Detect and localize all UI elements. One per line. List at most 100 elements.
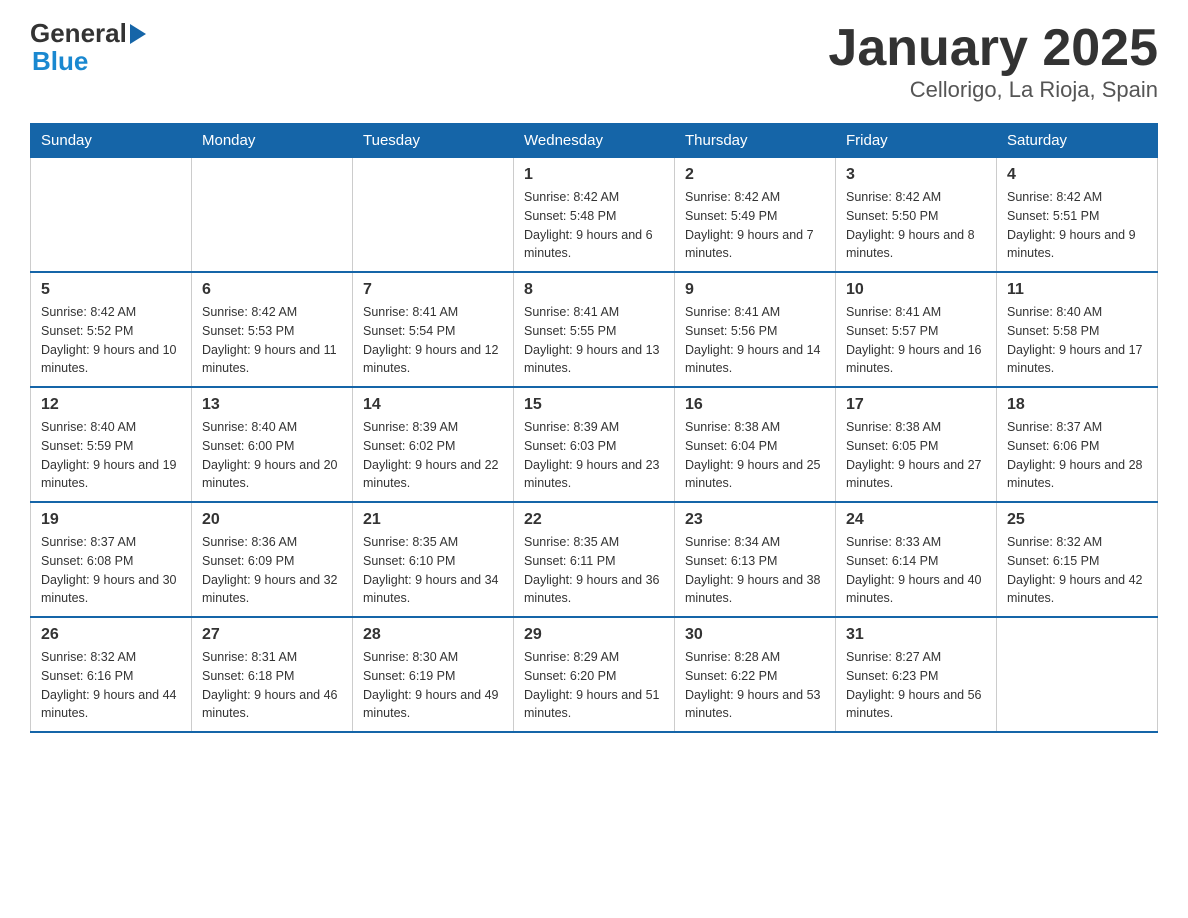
- day-info: Sunrise: 8:42 AMSunset: 5:53 PMDaylight:…: [202, 303, 342, 378]
- day-info: Sunrise: 8:37 AMSunset: 6:06 PMDaylight:…: [1007, 418, 1147, 493]
- table-row: 9 Sunrise: 8:41 AMSunset: 5:56 PMDaylight…: [675, 272, 836, 387]
- day-number: 11: [1007, 281, 1147, 299]
- calendar-week-row: 1 Sunrise: 8:42 AMSunset: 5:48 PMDaylight…: [31, 158, 1158, 273]
- day-number: 16: [685, 396, 825, 414]
- table-row: 13 Sunrise: 8:40 AMSunset: 6:00 PMDayligh…: [192, 387, 353, 502]
- day-info: Sunrise: 8:35 AMSunset: 6:10 PMDaylight:…: [363, 533, 503, 608]
- table-row: 14Sunrise: 8:39 AMSunset: 6:02 PMDayligh…: [353, 387, 514, 502]
- table-row: 4 Sunrise: 8:42 AMSunset: 5:51 PMDaylight…: [997, 158, 1158, 273]
- day-number: 24: [846, 511, 986, 529]
- day-info: Sunrise: 8:41 AMSunset: 5:56 PMDaylight:…: [685, 303, 825, 378]
- day-info: Sunrise: 8:41 AMSunset: 5:55 PMDaylight:…: [524, 303, 664, 378]
- col-sunday: Sunday: [31, 124, 192, 158]
- day-info: Sunrise: 8:42 AMSunset: 5:48 PMDaylight:…: [524, 188, 664, 263]
- table-row: 7 Sunrise: 8:41 AMSunset: 5:54 PMDaylight…: [353, 272, 514, 387]
- day-number: 1: [524, 166, 664, 184]
- table-row: 6 Sunrise: 8:42 AMSunset: 5:53 PMDaylight…: [192, 272, 353, 387]
- day-number: 5: [41, 281, 181, 299]
- day-info: Sunrise: 8:28 AMSunset: 6:22 PMDaylight:…: [685, 648, 825, 723]
- calendar-subtitle: Cellorigo, La Rioja, Spain: [828, 77, 1158, 103]
- table-row: [353, 158, 514, 273]
- day-info: Sunrise: 8:30 AMSunset: 6:19 PMDaylight:…: [363, 648, 503, 723]
- day-number: 22: [524, 511, 664, 529]
- table-row: 28 Sunrise: 8:30 AMSunset: 6:19 PMDayligh…: [353, 617, 514, 732]
- day-number: 4: [1007, 166, 1147, 184]
- day-info: Sunrise: 8:29 AMSunset: 6:20 PMDaylight:…: [524, 648, 664, 723]
- day-number: 2: [685, 166, 825, 184]
- day-info: Sunrise: 8:42 AMSunset: 5:52 PMDaylight:…: [41, 303, 181, 378]
- table-row: [31, 158, 192, 273]
- table-row: 2 Sunrise: 8:42 AMSunset: 5:49 PMDaylight…: [675, 158, 836, 273]
- day-info: Sunrise: 8:42 AMSunset: 5:50 PMDaylight:…: [846, 188, 986, 263]
- day-info: Sunrise: 8:41 AMSunset: 5:57 PMDaylight:…: [846, 303, 986, 378]
- table-row: 18 Sunrise: 8:37 AMSunset: 6:06 PMDayligh…: [997, 387, 1158, 502]
- table-row: 20Sunrise: 8:36 AMSunset: 6:09 PMDayligh…: [192, 502, 353, 617]
- day-info: Sunrise: 8:42 AMSunset: 5:49 PMDaylight:…: [685, 188, 825, 263]
- page-header: General Blue January 2025 Cellorigo, La …: [30, 20, 1158, 103]
- day-number: 9: [685, 281, 825, 299]
- logo: General Blue: [30, 20, 146, 74]
- day-info: Sunrise: 8:31 AMSunset: 6:18 PMDaylight:…: [202, 648, 342, 723]
- calendar-week-row: 12 Sunrise: 8:40 AMSunset: 5:59 PMDayligh…: [31, 387, 1158, 502]
- day-info: Sunrise: 8:39 AMSunset: 6:03 PMDaylight:…: [524, 418, 664, 493]
- day-number: 17: [846, 396, 986, 414]
- day-number: 7: [363, 281, 503, 299]
- logo-text-blue: Blue: [32, 48, 88, 74]
- col-friday: Friday: [836, 124, 997, 158]
- table-row: 12 Sunrise: 8:40 AMSunset: 5:59 PMDayligh…: [31, 387, 192, 502]
- calendar-week-row: 19Sunrise: 8:37 AMSunset: 6:08 PMDayligh…: [31, 502, 1158, 617]
- day-info: Sunrise: 8:40 AMSunset: 6:00 PMDaylight:…: [202, 418, 342, 493]
- table-row: 19Sunrise: 8:37 AMSunset: 6:08 PMDayligh…: [31, 502, 192, 617]
- table-row: 23 Sunrise: 8:34 AMSunset: 6:13 PMDayligh…: [675, 502, 836, 617]
- day-number: 31: [846, 626, 986, 644]
- logo-text-general: General: [30, 20, 127, 46]
- day-number: 10: [846, 281, 986, 299]
- table-row: [997, 617, 1158, 732]
- day-info: Sunrise: 8:33 AMSunset: 6:14 PMDaylight:…: [846, 533, 986, 608]
- calendar-table: Sunday Monday Tuesday Wednesday Thursday…: [30, 123, 1158, 733]
- day-number: 28: [363, 626, 503, 644]
- day-info: Sunrise: 8:35 AMSunset: 6:11 PMDaylight:…: [524, 533, 664, 608]
- table-row: 11 Sunrise: 8:40 AMSunset: 5:58 PMDayligh…: [997, 272, 1158, 387]
- day-number: 12: [41, 396, 181, 414]
- calendar-title-block: January 2025 Cellorigo, La Rioja, Spain: [828, 20, 1158, 103]
- day-number: 8: [524, 281, 664, 299]
- logo-arrow-icon: [130, 24, 146, 44]
- day-info: Sunrise: 8:40 AMSunset: 5:59 PMDaylight:…: [41, 418, 181, 493]
- col-wednesday: Wednesday: [514, 124, 675, 158]
- calendar-week-row: 5 Sunrise: 8:42 AMSunset: 5:52 PMDaylight…: [31, 272, 1158, 387]
- day-info: Sunrise: 8:42 AMSunset: 5:51 PMDaylight:…: [1007, 188, 1147, 263]
- day-info: Sunrise: 8:36 AMSunset: 6:09 PMDaylight:…: [202, 533, 342, 608]
- day-number: 27: [202, 626, 342, 644]
- day-info: Sunrise: 8:38 AMSunset: 6:05 PMDaylight:…: [846, 418, 986, 493]
- day-info: Sunrise: 8:40 AMSunset: 5:58 PMDaylight:…: [1007, 303, 1147, 378]
- day-number: 15: [524, 396, 664, 414]
- day-number: 23: [685, 511, 825, 529]
- day-number: 3: [846, 166, 986, 184]
- table-row: 10 Sunrise: 8:41 AMSunset: 5:57 PMDayligh…: [836, 272, 997, 387]
- col-monday: Monday: [192, 124, 353, 158]
- day-number: 6: [202, 281, 342, 299]
- day-number: 26: [41, 626, 181, 644]
- table-row: 22 Sunrise: 8:35 AMSunset: 6:11 PMDayligh…: [514, 502, 675, 617]
- day-info: Sunrise: 8:34 AMSunset: 6:13 PMDaylight:…: [685, 533, 825, 608]
- table-row: 17 Sunrise: 8:38 AMSunset: 6:05 PMDayligh…: [836, 387, 997, 502]
- table-row: 26Sunrise: 8:32 AMSunset: 6:16 PMDayligh…: [31, 617, 192, 732]
- day-info: Sunrise: 8:41 AMSunset: 5:54 PMDaylight:…: [363, 303, 503, 378]
- table-row: 24 Sunrise: 8:33 AMSunset: 6:14 PMDayligh…: [836, 502, 997, 617]
- col-thursday: Thursday: [675, 124, 836, 158]
- calendar-week-row: 26Sunrise: 8:32 AMSunset: 6:16 PMDayligh…: [31, 617, 1158, 732]
- table-row: 3 Sunrise: 8:42 AMSunset: 5:50 PMDaylight…: [836, 158, 997, 273]
- day-number: 14: [363, 396, 503, 414]
- day-info: Sunrise: 8:37 AMSunset: 6:08 PMDaylight:…: [41, 533, 181, 608]
- day-info: Sunrise: 8:27 AMSunset: 6:23 PMDaylight:…: [846, 648, 986, 723]
- table-row: 25Sunrise: 8:32 AMSunset: 6:15 PMDayligh…: [997, 502, 1158, 617]
- table-row: 31 Sunrise: 8:27 AMSunset: 6:23 PMDayligh…: [836, 617, 997, 732]
- table-row: 21Sunrise: 8:35 AMSunset: 6:10 PMDayligh…: [353, 502, 514, 617]
- col-saturday: Saturday: [997, 124, 1158, 158]
- table-row: 5 Sunrise: 8:42 AMSunset: 5:52 PMDaylight…: [31, 272, 192, 387]
- col-tuesday: Tuesday: [353, 124, 514, 158]
- day-number: 13: [202, 396, 342, 414]
- day-number: 18: [1007, 396, 1147, 414]
- calendar-header-row: Sunday Monday Tuesday Wednesday Thursday…: [31, 124, 1158, 158]
